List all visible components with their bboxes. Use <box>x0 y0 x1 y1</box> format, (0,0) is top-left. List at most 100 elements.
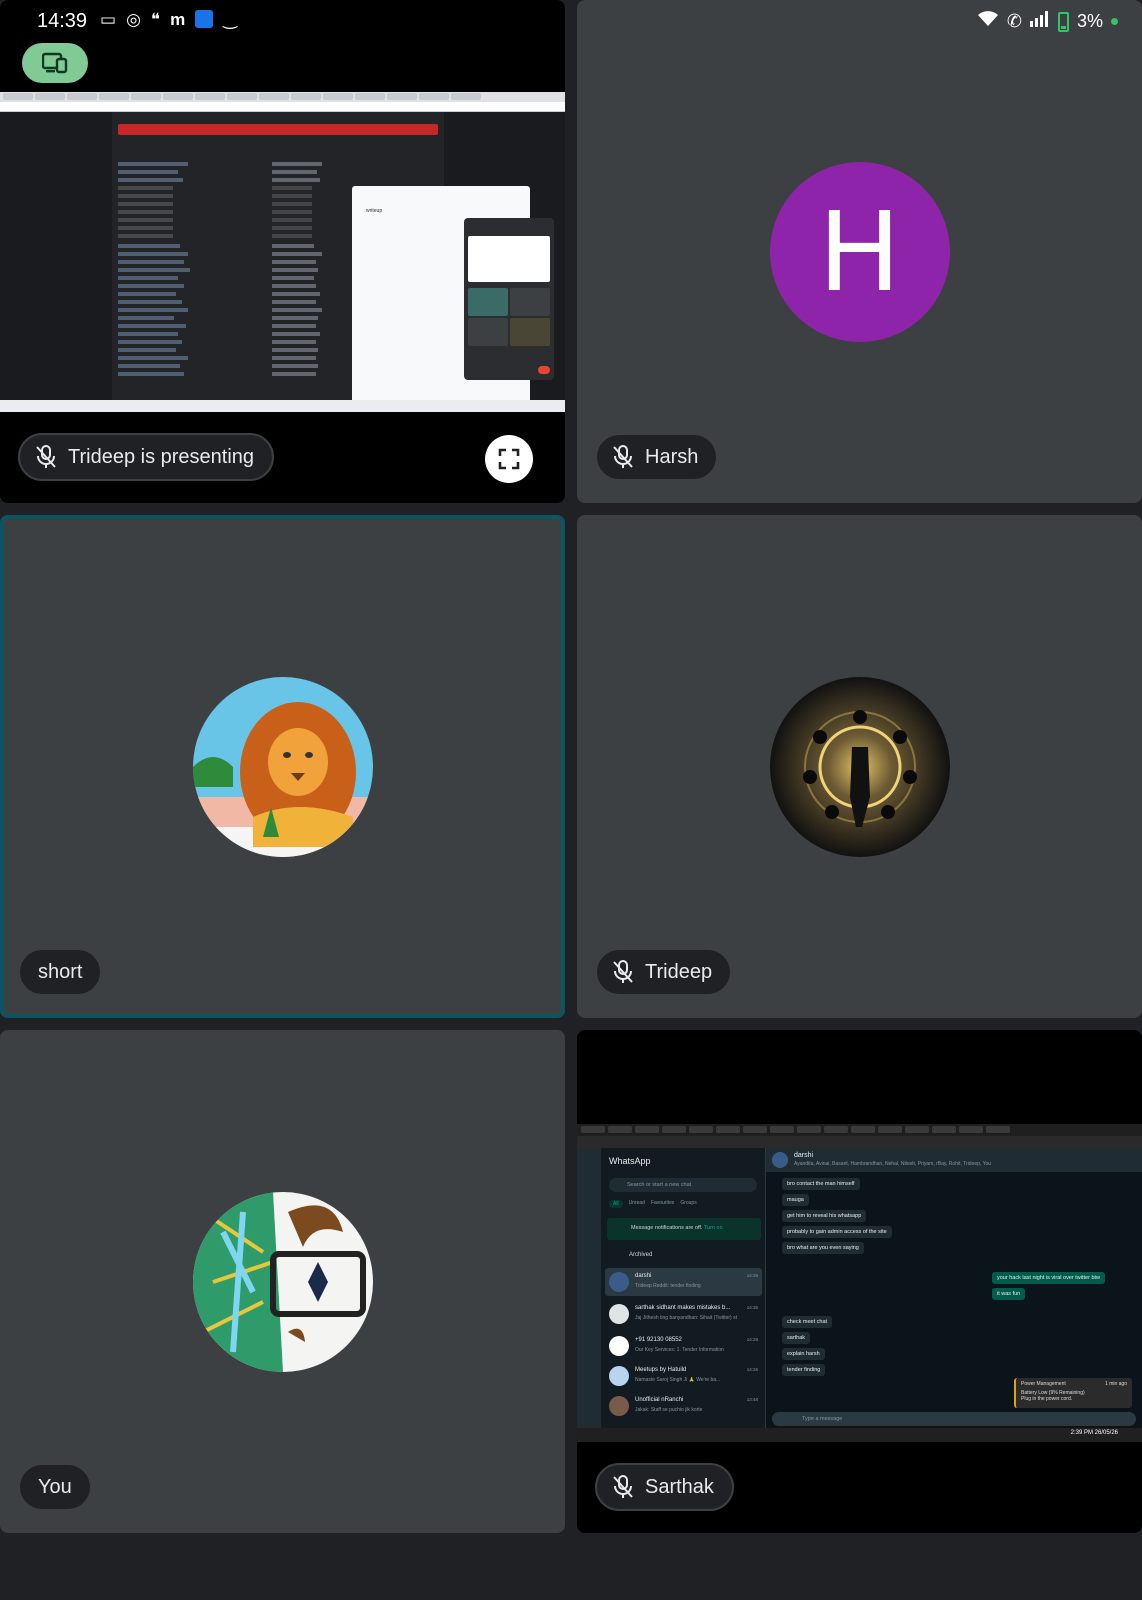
participant-name: You <box>38 1475 72 1498</box>
notification-notice: Message notifications are off. Turn on <box>607 1218 761 1240</box>
meet-pip-window <box>464 218 554 380</box>
shared-screen-trideep: writeup <box>0 92 565 412</box>
message-bubble: explain harsh <box>782 1348 825 1360</box>
present-to-all-icon <box>42 52 68 74</box>
message-bubble: sarthak <box>782 1332 811 1344</box>
participant-name: Sarthak <box>645 1475 714 1498</box>
fullscreen-button[interactable] <box>485 435 533 483</box>
filter-all: All <box>609 1200 623 1208</box>
wifi-icon <box>977 10 999 33</box>
lion-avatar-image <box>192 676 373 857</box>
amazon-icon: ‿ <box>223 10 237 29</box>
message-input: Type a message <box>772 1412 1136 1426</box>
power-management-toast: Power Management 1 min ago Battery Low (… <box>1014 1378 1132 1408</box>
message-bubble: tender finding <box>782 1364 826 1376</box>
avatar-harsh: H <box>769 161 950 342</box>
taskbar-date: 26/05/26 <box>1094 1430 1118 1436</box>
tile-short[interactable]: short <box>0 515 565 1018</box>
participant-name-pill: Sarthak <box>595 1463 734 1511</box>
participant-name: Harsh <box>645 445 699 468</box>
chat-list-item: sarthak sidhant makes mistakes b... Jaj … <box>605 1300 762 1328</box>
chat-time: 14:38 <box>746 1273 758 1278</box>
browser-tabs <box>0 92 565 102</box>
tile-you[interactable]: You <box>0 1030 565 1533</box>
windows-taskbar <box>0 400 565 412</box>
windows-taskbar: 2:39 PM 26/05/26 <box>577 1428 1142 1442</box>
whatsapp-title: WhatsApp <box>609 1156 651 1166</box>
toast-body-2: Plug in the power cord. <box>1021 1396 1073 1402</box>
status-time: 14:39 <box>37 10 88 32</box>
status-bar: 14:39 ▭ ◎ ❝ m ‿ ✆ 3% <box>0 0 1142 46</box>
participant-name: Trideep is presenting <box>68 445 255 468</box>
conversation-name: darshi <box>794 1152 814 1159</box>
whatsapp-conversation: darshi Ayandita, Avinai, Basant, Hambran… <box>766 1148 1142 1430</box>
message-bubble: your hack last night is viral over twitt… <box>992 1272 1106 1284</box>
taskbar-clock: 2:39 PM 26/05/26 <box>1071 1430 1118 1436</box>
chat-list-item: +91 92130 08552 Our Key Services: 1. Ten… <box>605 1332 762 1360</box>
chat-snippet: Jakak: Staff se puchio jik korte <box>635 1407 703 1413</box>
filter-favourites: Favourites <box>650 1200 675 1206</box>
message-bubble: bro contact the man himself <box>782 1178 860 1190</box>
browser-address-bar <box>577 1136 1142 1148</box>
mic-off-icon <box>32 443 60 471</box>
avatar-trideep <box>769 676 950 857</box>
chat-snippet: Our Key Services: 1. Tender Information <box>635 1347 724 1353</box>
toast-time: 1 min ago <box>1105 1381 1127 1387</box>
chat-time: 13:48 <box>746 1397 758 1402</box>
web-page: writeup <box>0 112 565 404</box>
tile-harsh[interactable]: H Harsh <box>577 0 1142 503</box>
filter-groups: Groups <box>680 1200 697 1206</box>
chat-name: sarthak sidhant makes mistakes b... <box>635 1305 731 1311</box>
browser-tabs <box>577 1124 1142 1136</box>
avatar-you <box>192 1191 373 1372</box>
chat-list-item: darshi Trideep Reddit: tender finding 14… <box>605 1268 762 1296</box>
chat-list-item: Unofficial nRanchi Jakak: Staff se puchi… <box>605 1392 762 1420</box>
mic-off-icon <box>609 958 637 986</box>
fullscreen-icon <box>498 448 520 470</box>
avatar-short <box>192 676 373 857</box>
m-icon: m <box>170 10 186 29</box>
tile-trideep-presentation[interactable]: writeup Trideep is presenting <box>0 0 565 503</box>
ninja-avatar-image <box>769 676 950 857</box>
chat-time: 14:26 <box>746 1367 758 1372</box>
filter-chips: All Unread Favourites Groups <box>609 1200 697 1208</box>
filter-unread: Unread <box>628 1200 645 1206</box>
chat-name: Unofficial nRanchi <box>635 1397 684 1403</box>
chat-snippet: Jaj Jithesh ting banyandhan: Sihait (Twi… <box>635 1315 737 1321</box>
tile-trideep[interactable]: Trideep <box>577 515 1142 1018</box>
whatsapp-chat-list: WhatsApp Search or start a new chat All … <box>601 1148 766 1430</box>
archived-row: Archived <box>629 1252 653 1258</box>
wifi-call-icon: ✆ <box>1006 11 1022 31</box>
notice-text: Message notifications are off. <box>631 1225 703 1231</box>
participant-name-pill: Trideep is presenting <box>18 433 275 481</box>
glasses-avatar-image <box>192 1191 373 1372</box>
participant-name-pill: Harsh <box>595 433 719 481</box>
whatsapp-icon: ◎ <box>126 10 141 29</box>
chat-name: Meetups by Hatuild <box>635 1367 687 1373</box>
taskbar-time: 2:39 PM <box>1070 1430 1093 1436</box>
bookmark-icon <box>195 10 214 28</box>
notepad-text: writeup <box>366 208 383 214</box>
mic-off-icon <box>609 1473 637 1501</box>
message-bubble: check meet chat <box>782 1316 833 1328</box>
message-bubble: it was fun <box>992 1288 1026 1300</box>
system-icons: ✆ 3% <box>977 10 1118 33</box>
message-bubble: bro what are you even saying <box>782 1242 864 1254</box>
battery-icon <box>1057 11 1069 32</box>
chat-list-item: Meetups by Hatuild Namaste Saroj Singh J… <box>605 1362 762 1390</box>
toast-title: Power Management <box>1021 1381 1066 1387</box>
presenting-badge[interactable] <box>22 43 88 83</box>
participant-name-pill: short <box>18 948 103 996</box>
notification-icons: ▭ ◎ ❝ m ‿ <box>100 10 237 30</box>
chat-name: +91 92130 08552 <box>635 1337 682 1343</box>
conversation-members: Ayandita, Avinai, Basant, Hambrandhan, N… <box>794 1161 992 1167</box>
chat-time: 14:28 <box>746 1337 758 1342</box>
tile-sarthak-presentation[interactable]: WhatsApp Search or start a new chat All … <box>577 1030 1142 1533</box>
privacy-dot-icon <box>1111 18 1118 25</box>
participant-name-pill: You <box>18 1463 92 1511</box>
message-bubble: mauga <box>782 1194 809 1206</box>
chat-snippet: Namaste Saroj Singh Ji 🙏 We're ba... <box>635 1377 721 1383</box>
signal-icon <box>1029 11 1050 32</box>
search-input: Search or start a new chat <box>609 1178 757 1192</box>
browser-address-bar <box>0 102 565 112</box>
